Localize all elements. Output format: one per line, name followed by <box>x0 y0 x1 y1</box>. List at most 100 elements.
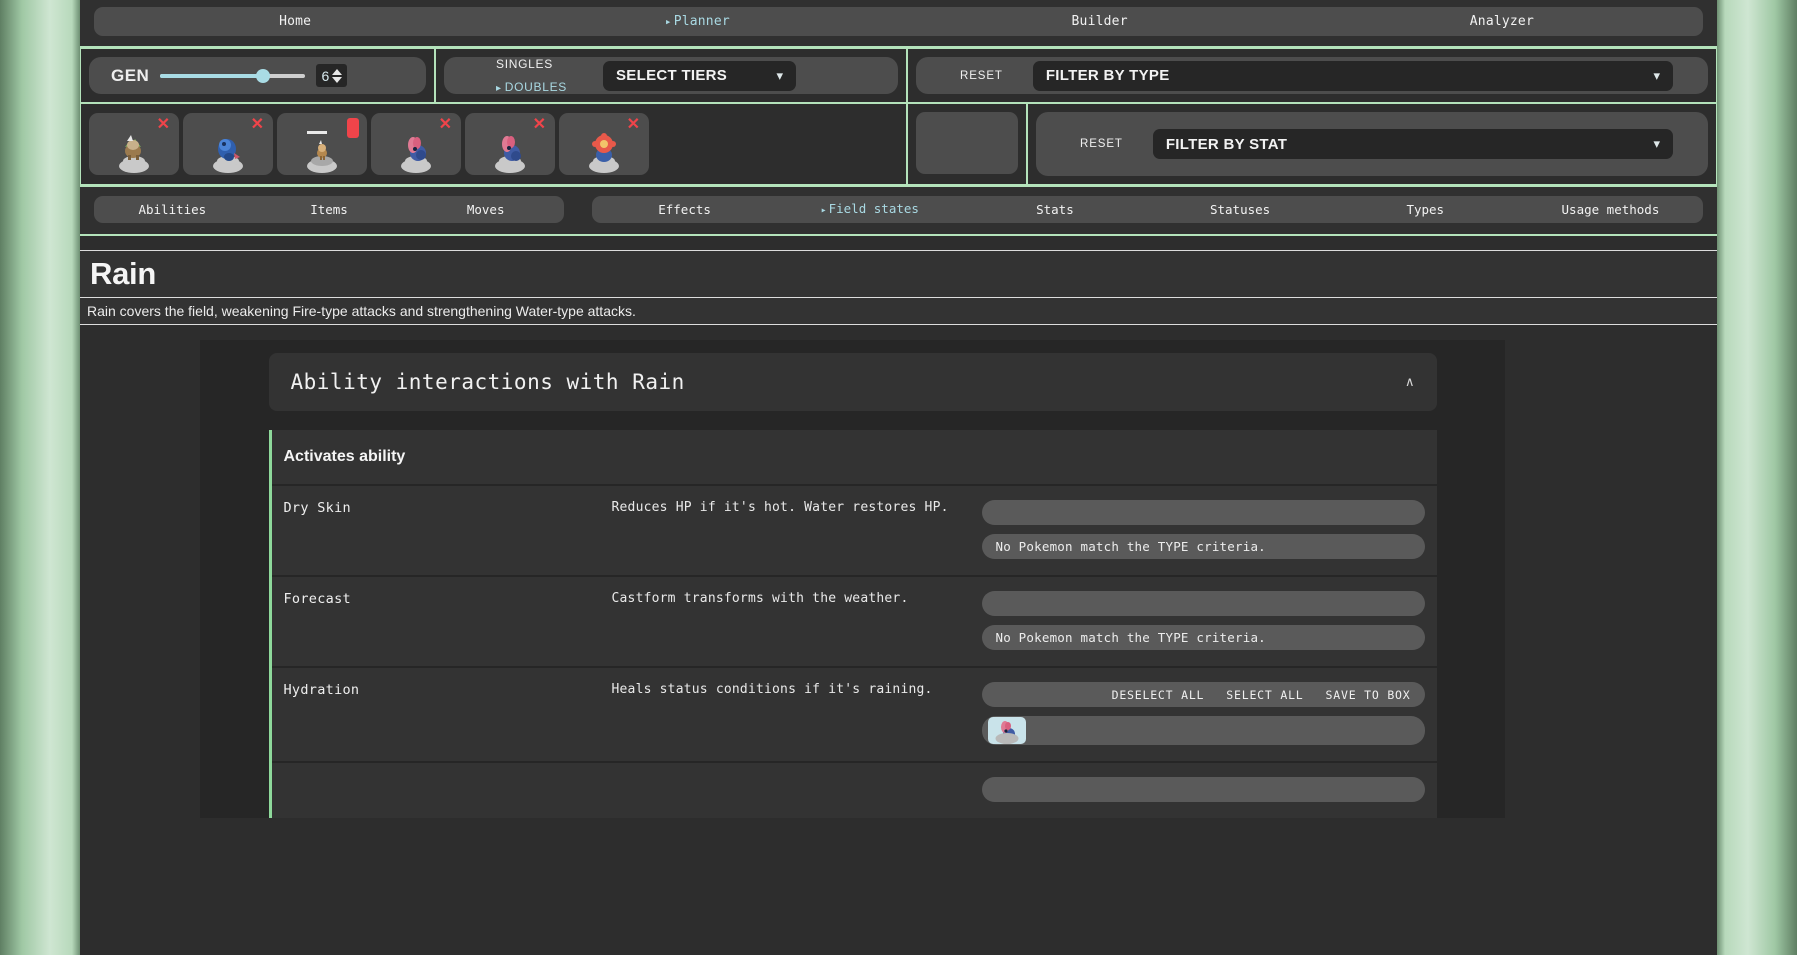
ability-results: No Pokemon match the TYPE criteria. <box>981 500 1437 559</box>
team-slot-1[interactable]: ✕ <box>89 113 179 175</box>
entity-title-text: Rain <box>90 256 156 291</box>
nav-item-planner[interactable]: Planner <box>496 7 898 36</box>
tab-types[interactable]: Types <box>1333 196 1518 223</box>
tab-stats[interactable]: Stats <box>962 196 1147 223</box>
remove-icon[interactable]: ✕ <box>439 117 452 133</box>
tab-moves[interactable]: Moves <box>407 196 564 223</box>
chevron-down-icon: ▾ <box>1653 67 1660 83</box>
table-row: Forecast Castform transforms with the we… <box>271 577 1437 668</box>
filter-by-type-value: FILTER BY TYPE <box>1045 67 1170 84</box>
gen-label: GEN <box>111 65 150 85</box>
format-mode-singles[interactable]: SINGLES <box>496 57 567 71</box>
remove-icon[interactable]: ✕ <box>157 117 170 133</box>
controls-row-top: GEN 6 SINGLES ▸ DOUBLES SELECT TIERS ▾ R… <box>80 48 1717 103</box>
remove-icon[interactable]: ✕ <box>251 117 264 133</box>
tab-usage-methods[interactable]: Usage methods <box>1518 196 1703 223</box>
accordion-ability-interactions[interactable]: Ability interactions with Rain ∧ <box>268 353 1437 411</box>
results-toolbar <box>981 591 1425 616</box>
gen-slider-knob[interactable] <box>256 68 271 83</box>
save-to-box-button[interactable]: SAVE TO BOX <box>1326 688 1411 702</box>
ability-name[interactable]: Forecast <box>272 591 612 650</box>
tab-statuses[interactable]: Statuses <box>1148 196 1333 223</box>
format-cell: SINGLES DOUBLES SELECT TIERS ▾ <box>435 48 907 103</box>
member-list <box>981 716 1425 745</box>
filter-tabs: Abilities Items Moves Effects Field stat… <box>80 187 1717 236</box>
gen-cell: GEN 6 <box>80 48 435 103</box>
team-slot-6[interactable]: ✕ <box>559 113 649 175</box>
entity-header: Rain Rain covers the field, weakening Fi… <box>80 236 1717 325</box>
filter-by-type-dropdown[interactable]: FILTER BY TYPE ▾ <box>1032 60 1673 91</box>
page-title: Rain <box>80 250 1717 298</box>
tab-field-states[interactable]: Field states <box>777 195 962 224</box>
ability-name <box>272 777 612 802</box>
table-row <box>272 763 1437 818</box>
gen-value: 6 <box>321 67 330 84</box>
ability-results <box>981 777 1437 802</box>
team-slot-4[interactable]: ✕ <box>371 113 461 175</box>
gen-slider-fill <box>160 73 265 78</box>
pokemon-sprite-3 <box>311 140 333 166</box>
chevron-up-icon[interactable]: ∧ <box>1405 374 1415 390</box>
ability-name[interactable]: Hydration <box>272 682 612 745</box>
spinner-down-icon[interactable] <box>332 76 343 83</box>
type-filter-reset-button[interactable]: RESET <box>960 70 1003 82</box>
deselect-all-button[interactable]: DESELECT ALL <box>1112 688 1205 702</box>
tab-items[interactable]: Items <box>251 196 408 223</box>
table-row: Hydration Heals status conditions if it'… <box>271 668 1437 763</box>
team-slot-5[interactable]: ✕ <box>465 113 555 175</box>
tab-abilities[interactable]: Abilities <box>94 196 251 223</box>
no-match-message: No Pokemon match the TYPE criteria. <box>981 625 1425 650</box>
table-row: Dry Skin Reduces HP if it's hot. Water r… <box>271 486 1437 577</box>
remove-icon[interactable]: ✕ <box>627 117 640 133</box>
tab-effects[interactable]: Effects <box>592 196 777 223</box>
nav-bar: Home Planner Builder Analyzer <box>94 7 1703 36</box>
format-panel: SINGLES DOUBLES SELECT TIERS ▾ <box>444 57 898 94</box>
nav-item-analyzer[interactable]: Analyzer <box>1301 7 1703 36</box>
ability-description: Heals status conditions if it's raining. <box>611 682 933 697</box>
pokemon-sprite-6 <box>592 133 616 166</box>
pokemon-sprite-5 <box>499 136 521 166</box>
ability-description <box>612 777 982 802</box>
filter-by-stat-value: FILTER BY STAT <box>1165 135 1288 153</box>
gen-spinner[interactable] <box>332 68 343 83</box>
stat-filter-cell: RESET FILTER BY STAT ▾ <box>1027 103 1717 185</box>
section-activates-ability: Activates ability Dry Skin Reduces HP if… <box>268 430 1437 818</box>
filter-by-stat-dropdown[interactable]: FILTER BY STAT ▾ <box>1152 129 1673 159</box>
format-modes: SINGLES DOUBLES <box>496 57 567 94</box>
select-all-button[interactable]: SELECT ALL <box>1226 688 1303 702</box>
section-header: Activates ability <box>271 430 1437 486</box>
team-cell: ✕ ✕ ✕ ✕ ✕ <box>80 103 907 185</box>
tabgroup-entities: Abilities Items Moves <box>94 196 564 223</box>
ability-results: DESELECT ALL SELECT ALL SAVE TO BOX <box>981 682 1437 745</box>
spinner-up-icon[interactable] <box>332 68 343 75</box>
member-sprite[interactable] <box>987 717 1026 744</box>
type-filter-panel: RESET FILTER BY TYPE ▾ <box>916 57 1708 94</box>
team-slot-empty[interactable] <box>916 112 1018 174</box>
gen-slider[interactable] <box>160 67 306 85</box>
remove-icon-hover[interactable] <box>347 118 359 138</box>
accordion-title: Ability interactions with Rain <box>290 370 685 394</box>
results-toolbar <box>981 777 1425 802</box>
nav-item-home[interactable]: Home <box>94 7 496 36</box>
gen-panel: GEN 6 <box>89 57 426 94</box>
format-mode-doubles[interactable]: DOUBLES <box>496 80 567 94</box>
content-area: Ability interactions with Rain ∧ Activat… <box>200 340 1505 818</box>
team-slot-3[interactable] <box>277 113 367 175</box>
ability-results: No Pokemon match the TYPE criteria. <box>981 591 1437 650</box>
stat-filter-panel: RESET FILTER BY STAT ▾ <box>1036 112 1708 176</box>
results-toolbar <box>981 500 1425 525</box>
team-slot-2[interactable]: ✕ <box>183 113 273 175</box>
app-root: Home Planner Builder Analyzer GEN 6 <box>80 0 1717 955</box>
gen-stepper[interactable]: 6 <box>316 64 348 87</box>
ability-name[interactable]: Dry Skin <box>272 500 612 559</box>
select-tiers-dropdown[interactable]: SELECT TIERS ▾ <box>603 60 796 91</box>
stat-filter-reset-button[interactable]: RESET <box>1080 138 1123 150</box>
pokemon-sprite-2 <box>217 139 240 166</box>
remove-icon[interactable]: ✕ <box>533 117 546 133</box>
empty-slot-cell <box>907 103 1027 185</box>
type-filter-cell: RESET FILTER BY TYPE ▾ <box>907 48 1717 103</box>
nav-item-builder[interactable]: Builder <box>899 7 1301 36</box>
no-match-message: No Pokemon match the TYPE criteria. <box>981 534 1425 559</box>
team-slots: ✕ ✕ ✕ ✕ ✕ <box>89 113 898 175</box>
controls-row-bottom: ✕ ✕ ✕ ✕ ✕ RESET FILTER BY STAT ▾ <box>80 103 1717 185</box>
